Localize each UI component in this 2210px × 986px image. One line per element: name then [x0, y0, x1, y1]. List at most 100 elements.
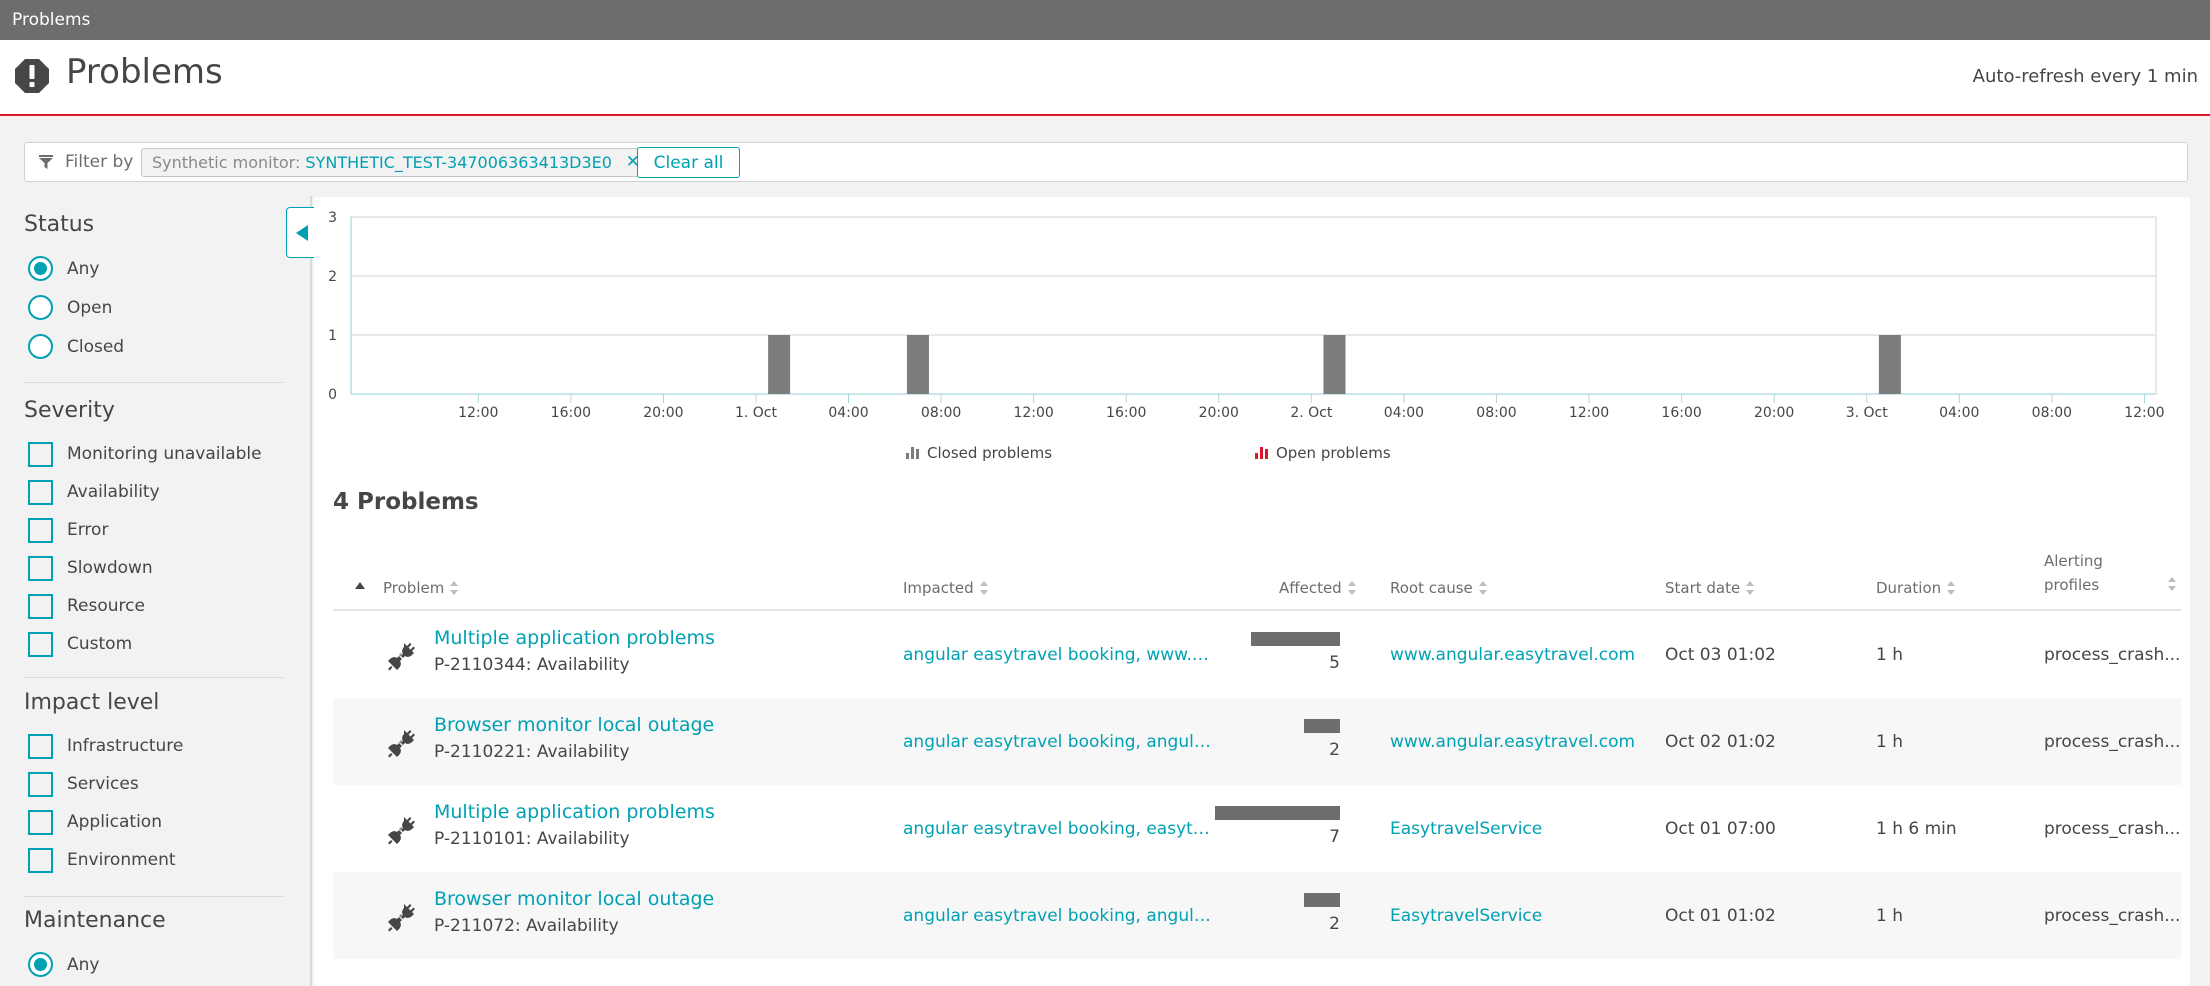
start-date: Oct 01 01:02 [1665, 906, 1776, 926]
impact-option-label: Infrastructure [67, 736, 184, 756]
bar-chart-icon [906, 447, 919, 459]
checkbox[interactable] [28, 771, 53, 797]
legend-closed-problems[interactable]: Closed problems [906, 444, 1052, 462]
status-option-open[interactable]: Open [24, 288, 284, 327]
affected-cell: 5 [1213, 611, 1340, 698]
root-cause-link[interactable]: www.angular.easytravel.com [1390, 645, 1635, 665]
column-label: Problem [383, 579, 445, 597]
affected-cell: 2 [1213, 698, 1340, 785]
impact-option-label: Services [67, 774, 139, 794]
severity-option-resource[interactable]: Resource [24, 587, 284, 625]
column-header-affected[interactable]: Affected [1279, 579, 1356, 597]
status-option-label: Open [67, 297, 113, 318]
column-header-start-date[interactable]: Start date [1665, 579, 1755, 597]
collapse-sidebar-button[interactable] [286, 207, 314, 258]
maintenance-option-any[interactable]: Any [24, 945, 284, 984]
filter-bar[interactable]: Filter by Synthetic monitor: SYNTHETIC_T… [24, 142, 2188, 182]
radio-open[interactable] [28, 295, 53, 320]
problem-title-link[interactable]: Multiple application problems [434, 801, 715, 823]
sort-ascending-icon[interactable] [355, 582, 365, 589]
filter-chip-value: SYNTHETIC_TEST-347006363413D3E0 [305, 153, 612, 172]
checkbox[interactable] [28, 555, 53, 581]
table-row[interactable]: Browser monitor local outage P-2110221: … [333, 698, 2181, 785]
plug-disconnected-icon [388, 730, 415, 758]
column-label: Affected [1279, 579, 1342, 597]
problem-id-label: P-2110101: Availability [434, 829, 630, 849]
problem-id-label: P-211072: Availability [434, 916, 619, 936]
severity-option-error[interactable]: Error [24, 511, 284, 549]
severity-option-monitoring-unavailable[interactable]: Monitoring unavailable [24, 435, 284, 473]
maintenance-section: Maintenance Any [24, 908, 284, 984]
x-tick-label: 20:00 [1754, 405, 1794, 421]
impact-option-environment[interactable]: Environment [24, 841, 284, 879]
filter-chip-synthetic-monitor[interactable]: Synthetic monitor: SYNTHETIC_TEST-347006… [141, 148, 649, 177]
column-header-impacted[interactable]: Impacted [903, 579, 988, 597]
checkbox[interactable] [28, 847, 53, 873]
y-tick-label: 3 [328, 210, 337, 226]
x-tick-label: 04:00 [1939, 405, 1979, 421]
x-tick-label: 16:00 [551, 405, 591, 421]
column-header-problem[interactable]: Problem [383, 579, 459, 597]
status-option-closed[interactable]: Closed [24, 327, 284, 366]
problem-id-label: P-2110344: Availability [434, 655, 630, 675]
checkbox[interactable] [28, 631, 53, 657]
checkbox[interactable] [28, 733, 53, 759]
sort-icon [1347, 581, 1356, 595]
status-option-any[interactable]: Any [24, 249, 284, 288]
duration: 1 h [1876, 906, 1903, 926]
impacted-entities-link[interactable]: angular easytravel booking, angular ... [903, 732, 1213, 752]
root-cause-link[interactable]: www.angular.easytravel.com [1390, 732, 1635, 752]
impacted-entities-link[interactable]: angular easytravel booking, easytrav... [903, 819, 1213, 839]
severity-option-slowdown[interactable]: Slowdown [24, 549, 284, 587]
severity-option-availability[interactable]: Availability [24, 473, 284, 511]
radio-any[interactable] [28, 952, 53, 977]
root-cause-link[interactable]: EasytravelService [1390, 906, 1542, 926]
root-cause-link[interactable]: EasytravelService [1390, 819, 1542, 839]
radio-closed[interactable] [28, 334, 53, 359]
impacted-entities-link[interactable]: angular easytravel booking, angular ... [903, 906, 1213, 926]
impact-option-services[interactable]: Services [24, 765, 284, 803]
table-row[interactable]: Browser monitor local outage P-211072: A… [333, 872, 2181, 959]
column-label: Impacted [903, 579, 974, 597]
divider [24, 896, 284, 897]
impacted-entities-link[interactable]: angular easytravel booking, www.an... [903, 645, 1213, 665]
checkbox[interactable] [28, 479, 53, 505]
radio-any[interactable] [28, 256, 53, 281]
impact-option-application[interactable]: Application [24, 803, 284, 841]
severity-option-label: Slowdown [67, 558, 153, 578]
column-header-root-cause[interactable]: Root cause [1390, 579, 1487, 597]
impact-option-label: Environment [67, 850, 176, 870]
table-body: Multiple application problems P-2110344:… [333, 611, 2181, 959]
impact-option-infrastructure[interactable]: Infrastructure [24, 727, 284, 765]
checkbox[interactable] [28, 593, 53, 619]
problems-count-heading: 4 Problems [333, 489, 479, 515]
table-row[interactable]: Multiple application problems P-2110101:… [333, 785, 2181, 872]
checkbox[interactable] [28, 441, 53, 467]
checkbox[interactable] [28, 809, 53, 835]
x-tick-label: 16:00 [1661, 405, 1701, 421]
column-header-alerting-profiles[interactable]: Alerting profiles [2044, 549, 2176, 597]
clear-all-button[interactable]: Clear all [637, 147, 740, 178]
problem-title-link[interactable]: Browser monitor local outage [434, 888, 714, 910]
problem-title-link[interactable]: Browser monitor local outage [434, 714, 714, 736]
severity-option-label: Resource [67, 596, 145, 616]
problem-title-link[interactable]: Multiple application problems [434, 627, 715, 649]
y-tick-label: 1 [328, 328, 337, 344]
severity-option-custom[interactable]: Custom [24, 625, 284, 663]
legend-label: Open problems [1276, 444, 1391, 462]
chart-bar [1878, 335, 1901, 394]
affected-count: 7 [1329, 827, 1340, 847]
window-title: Problems [12, 10, 91, 30]
column-header-duration[interactable]: Duration [1876, 579, 1956, 597]
column-label: Root cause [1390, 579, 1473, 597]
affected-bar [1215, 806, 1340, 820]
severity-option-label: Monitoring unavailable [67, 444, 262, 464]
sort-icon [1746, 581, 1755, 595]
severity-section: Severity Monitoring unavailable Availabi… [24, 398, 284, 663]
table-row[interactable]: Multiple application problems P-2110344:… [333, 611, 2181, 698]
sort-icon [979, 581, 988, 595]
filter-by-label: Filter by [65, 152, 134, 172]
checkbox[interactable] [28, 517, 53, 543]
legend-open-problems[interactable]: Open problems [1255, 444, 1391, 462]
chart-bar [1323, 335, 1346, 394]
